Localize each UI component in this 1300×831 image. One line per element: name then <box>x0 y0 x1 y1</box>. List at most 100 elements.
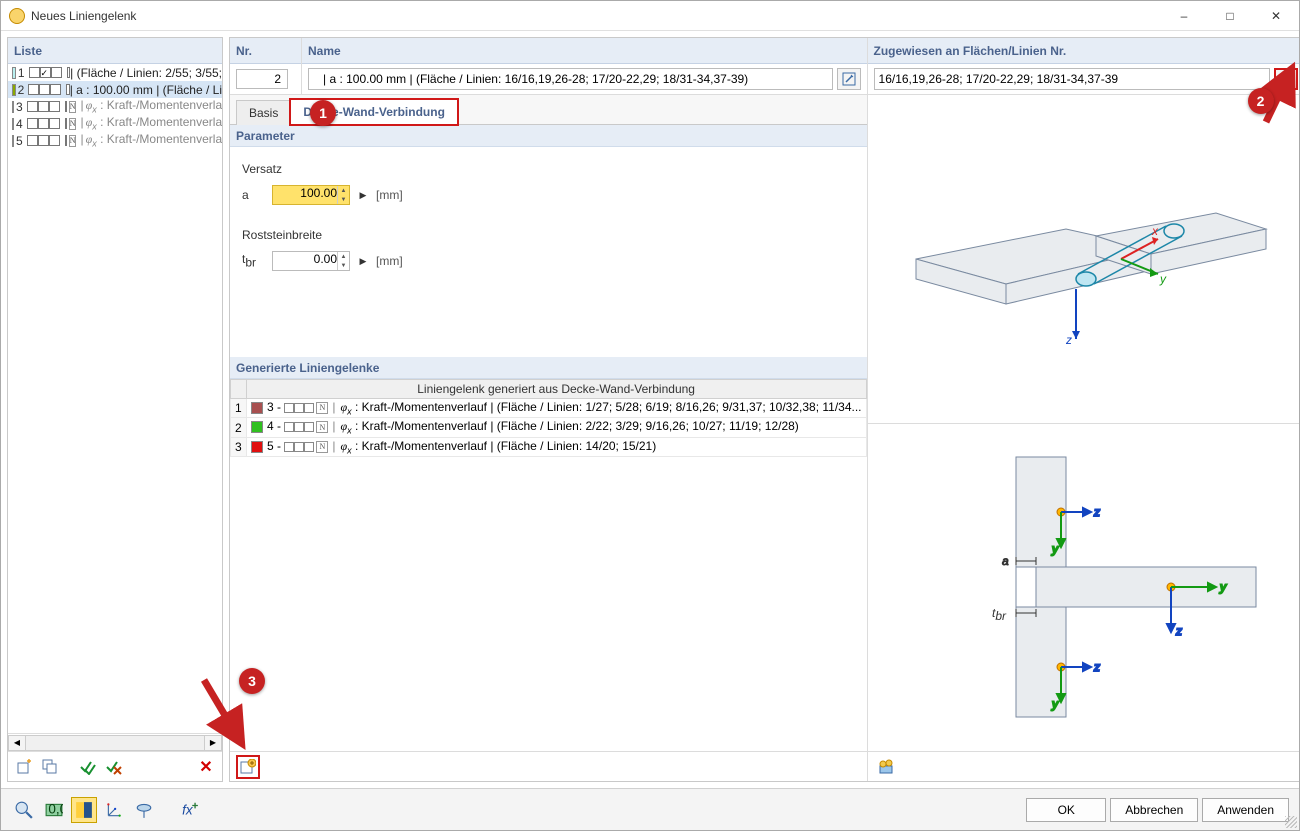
list-item[interactable]: 2 | a : 100.00 mm | (Fläche / Li <box>8 81 222 98</box>
edit-name-button[interactable] <box>837 68 861 90</box>
check-all-button[interactable] <box>76 755 100 779</box>
apply-button[interactable]: Anwenden <box>1202 798 1289 822</box>
assign-label: Zugewiesen an Flächen/Linien Nr. <box>868 38 1299 64</box>
color-swatch <box>251 402 263 414</box>
new-item-button[interactable] <box>12 755 36 779</box>
row-content: 5 - N| φx : Kraft-/Momentenverlauf | (Fl… <box>246 437 866 456</box>
tbr-symbol: tbr <box>242 252 266 269</box>
details-pane: 1 2 Nr. Name <box>229 37 1299 782</box>
svg-text:y: y <box>1219 580 1227 594</box>
app-icon <box>9 8 25 24</box>
item-text: |φx : Kraft-/Momentenverlau <box>78 98 222 114</box>
name-label: Name <box>302 38 867 64</box>
cancel-button[interactable]: Abbrechen <box>1110 798 1198 822</box>
scroll-left-icon[interactable]: ◀ <box>8 735 26 751</box>
checkbox[interactable] <box>65 135 67 146</box>
item-text: | a : 100.00 mm | (Fläche / Li <box>70 83 222 97</box>
tab-basis[interactable]: Basis <box>236 100 291 125</box>
checkbox-group[interactable] <box>28 84 61 95</box>
color-mode-button[interactable] <box>71 797 97 823</box>
generated-table[interactable]: Liniengelenk generiert aus Decke-Wand-Ve… <box>230 379 867 457</box>
ok-button[interactable]: OK <box>1026 798 1106 822</box>
checkbox-group[interactable] <box>29 67 62 78</box>
row-content: 4 - N| φx : Kraft-/Momentenverlauf | (Fl… <box>246 418 866 437</box>
spin-down-icon[interactable]: ▼ <box>337 261 349 270</box>
fx-button[interactable]: fx <box>177 797 203 823</box>
item-number: 3 <box>16 100 23 114</box>
render-button[interactable] <box>131 797 157 823</box>
spin-down-icon[interactable]: ▼ <box>337 195 349 204</box>
table-row[interactable]: 1 3 - N| φx : Kraft-/Momentenverlauf | (… <box>231 399 867 418</box>
versatz-label: Versatz <box>242 162 282 176</box>
color-swatch <box>12 135 14 147</box>
svg-text:z: z <box>1065 333 1072 347</box>
color-swatch <box>12 118 14 130</box>
svg-text:x: x <box>1151 224 1159 238</box>
row-content: 3 - N| φx : Kraft-/Momentenverlauf | (Fl… <box>246 399 866 418</box>
spin-up-icon[interactable]: ▲ <box>337 252 349 261</box>
assign-input[interactable]: 16/16,19,26-28; 17/20-22,29; 18/31-34,37… <box>874 68 1270 90</box>
window-title: Neues Liniengelenk <box>31 9 1161 23</box>
svg-text:fx: fx <box>182 802 194 817</box>
list-body[interactable]: 1 | (Fläche / Linien: 2/55; 3/55;2 | a :… <box>8 64 222 733</box>
checkbox-group[interactable] <box>27 101 60 112</box>
close-button[interactable]: ✕ <box>1253 1 1299 31</box>
item-number: 5 <box>16 134 23 148</box>
list-header: Liste <box>8 38 222 64</box>
item-text: |φx : Kraft-/Momentenverlau <box>78 115 222 131</box>
tbr-more-button[interactable]: ▶ <box>356 251 370 271</box>
n-badge: N <box>69 135 77 147</box>
diagram-3d: x y z <box>868 95 1299 423</box>
list-item[interactable]: 4N|φx : Kraft-/Momentenverlau <box>8 115 222 132</box>
row-index: 3 <box>231 437 247 456</box>
tbr-input[interactable]: 0.00 ▲▼ <box>272 251 350 271</box>
color-swatch <box>12 67 16 79</box>
row-index: 2 <box>231 418 247 437</box>
titlebar: Neues Liniengelenk – □ ✕ <box>1 1 1299 31</box>
axis-toggle-button[interactable] <box>101 797 127 823</box>
name-display[interactable]: | a : 100.00 mm | (Fläche / Linien: 16/1… <box>308 68 833 90</box>
table-row[interactable]: 3 5 - N| φx : Kraft-/Momentenverlauf | (… <box>231 437 867 456</box>
help-button[interactable] <box>11 797 37 823</box>
a-more-button[interactable]: ▶ <box>356 185 370 205</box>
diagram-section: z z z y y <box>868 424 1299 752</box>
color-swatch <box>12 101 14 113</box>
callout-3: 3 <box>239 668 265 694</box>
copy-item-button[interactable] <box>38 755 62 779</box>
a-input[interactable]: 100.00 ▲▼ <box>272 185 350 205</box>
svg-text:z: z <box>1093 660 1100 674</box>
callout-2: 2 <box>1248 88 1274 114</box>
units-button[interactable]: 0,00 <box>41 797 67 823</box>
gen-col-header: Liniengelenk generiert aus Decke-Wand-Ve… <box>246 380 866 399</box>
diagram-options-button[interactable] <box>874 755 898 779</box>
nr-label: Nr. <box>230 38 301 64</box>
row-index: 1 <box>231 399 247 418</box>
list-item[interactable]: 1 | (Fläche / Linien: 2/55; 3/55; <box>8 64 222 81</box>
spin-up-icon[interactable]: ▲ <box>337 186 349 195</box>
resize-grip[interactable] <box>1285 816 1297 828</box>
svg-text:z: z <box>1175 624 1182 638</box>
checkbox-group[interactable] <box>27 135 60 146</box>
list-pane: Liste 1 | (Fläche / Linien: 2/55; 3/55;2… <box>7 37 223 782</box>
parameter-header: Parameter <box>230 125 867 147</box>
nr-input[interactable] <box>236 69 288 89</box>
checkbox[interactable] <box>65 101 67 112</box>
table-row[interactable]: 2 4 - N| φx : Kraft-/Momentenverlauf | (… <box>231 418 867 437</box>
color-swatch <box>251 441 263 453</box>
list-item[interactable]: 5N|φx : Kraft-/Momentenverlau <box>8 132 222 149</box>
maximize-button[interactable]: □ <box>1207 1 1253 31</box>
item-number: 1 <box>18 66 25 80</box>
generated-header: Generierte Liniengelenke <box>230 357 867 379</box>
item-text: | (Fläche / Linien: 2/55; 3/55; <box>70 66 222 80</box>
callout-1: 1 <box>310 100 336 126</box>
list-item[interactable]: 3 N|φx : Kraft-/Momentenverlau <box>8 98 222 115</box>
svg-text:tbr: tbr <box>992 606 1007 623</box>
checkbox-group[interactable] <box>27 118 60 129</box>
minimize-button[interactable]: – <box>1161 1 1207 31</box>
a-symbol: a <box>242 188 266 202</box>
svg-text:a: a <box>1002 554 1009 568</box>
n-badge: N <box>69 101 77 113</box>
checkbox[interactable] <box>65 118 67 129</box>
uncheck-all-button[interactable] <box>102 755 126 779</box>
color-swatch <box>251 421 263 433</box>
